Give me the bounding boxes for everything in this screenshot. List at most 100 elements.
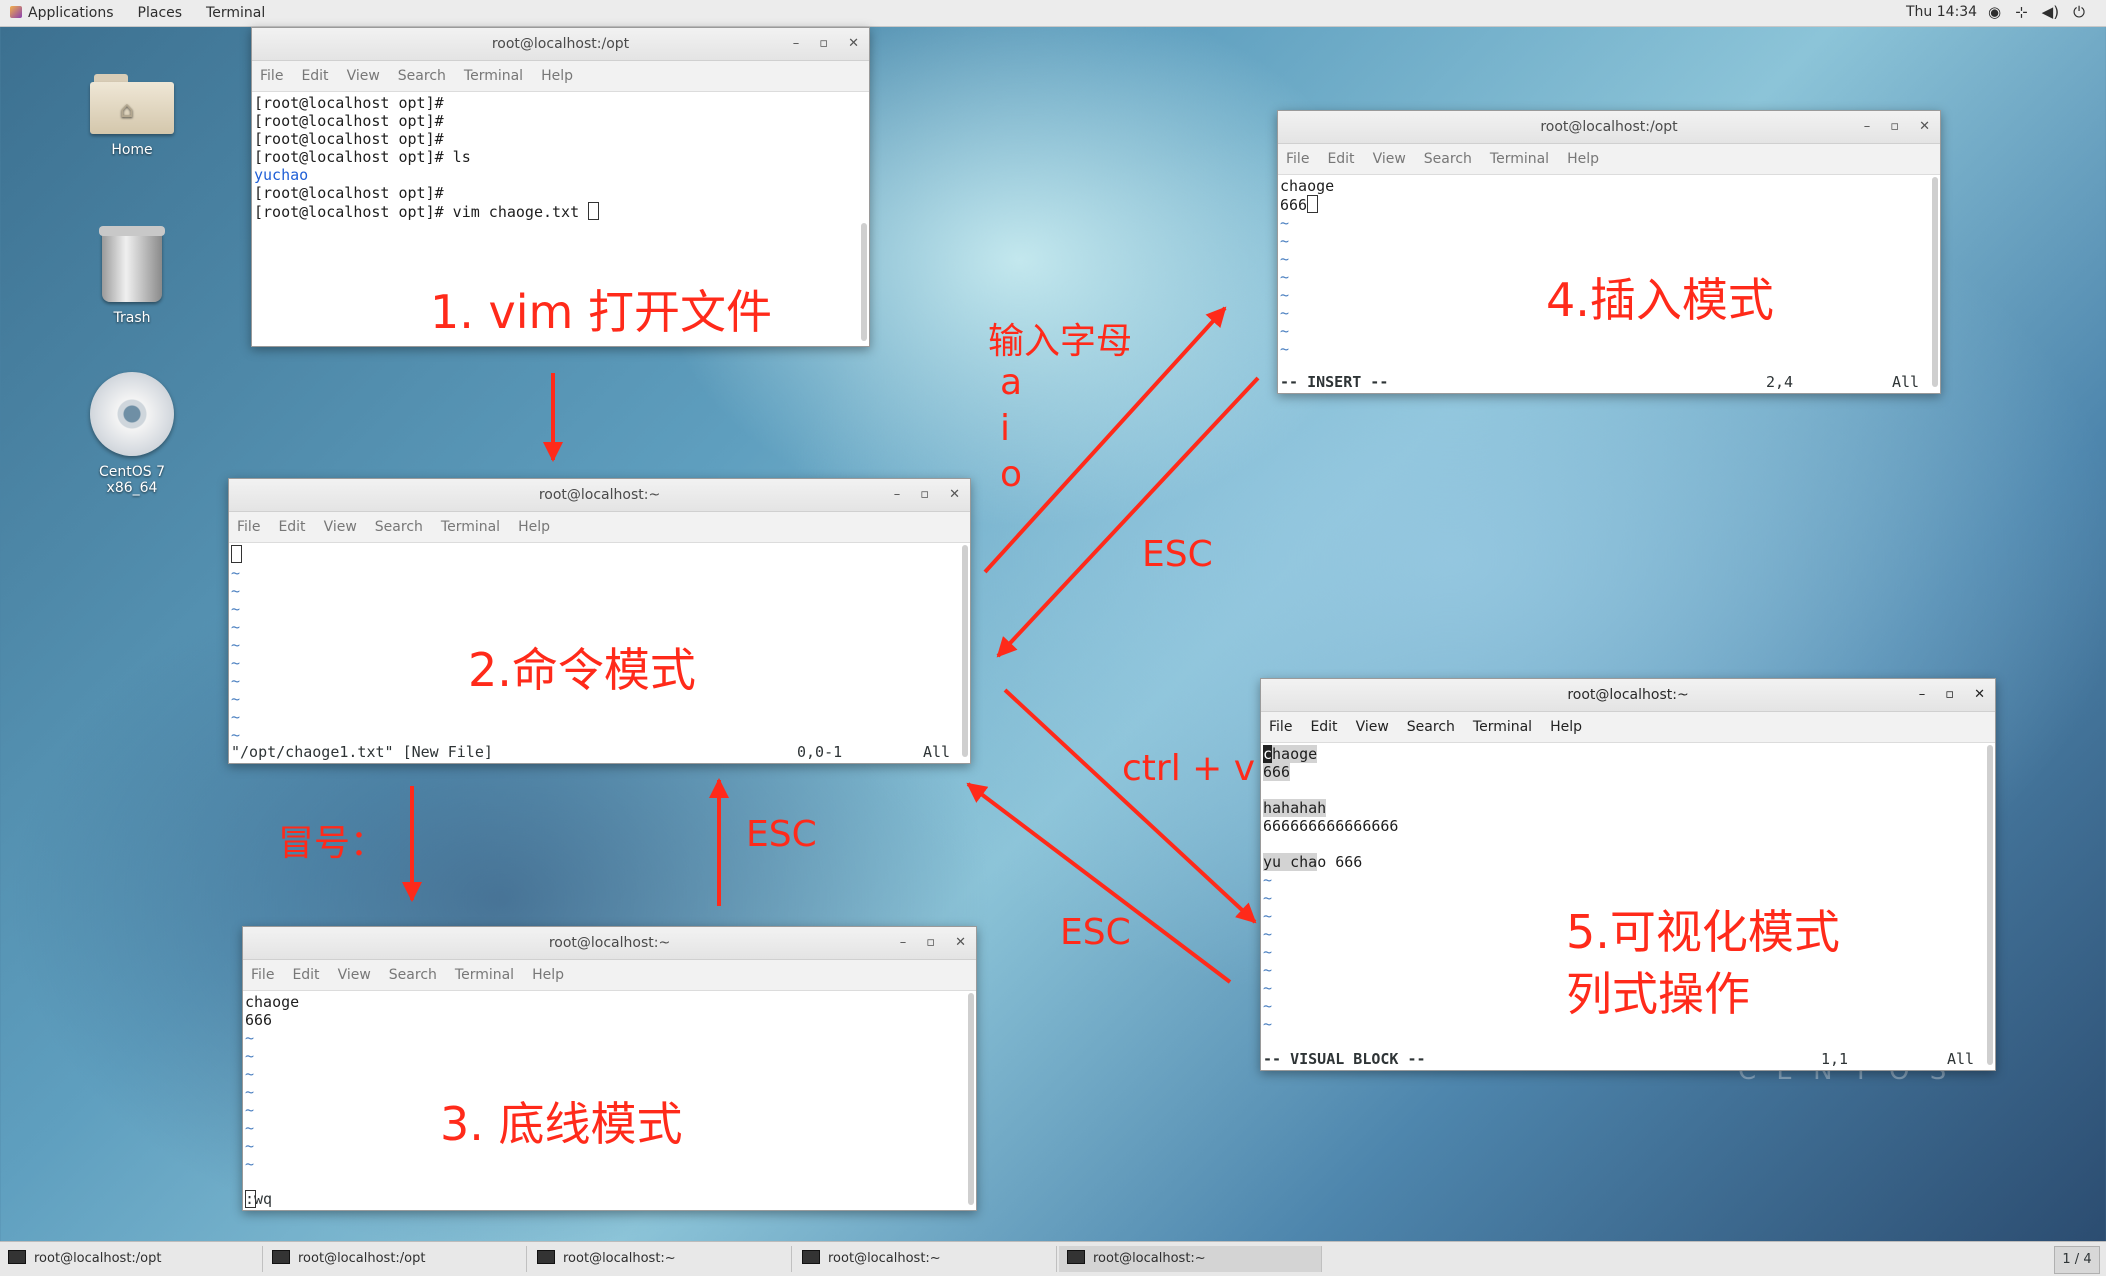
close-button[interactable]: ✕ bbox=[949, 479, 960, 511]
menu-edit[interactable]: Edit bbox=[1310, 719, 1337, 735]
menu-help[interactable]: Help bbox=[518, 519, 550, 535]
taskbar-item[interactable]: root@localhost:~ bbox=[529, 1246, 792, 1272]
menu-edit[interactable]: Edit bbox=[278, 519, 305, 535]
taskbar-item[interactable]: root@localhost:~ bbox=[794, 1246, 1057, 1272]
label-letter-i: i bbox=[1000, 408, 1011, 449]
top-bar: Applications Places Terminal Thu 14:34 ◉… bbox=[0, 0, 2106, 27]
minimize-button[interactable]: – bbox=[793, 28, 800, 60]
minimize-button[interactable]: – bbox=[900, 927, 907, 959]
maximize-button[interactable]: ▫ bbox=[926, 927, 935, 959]
terminal-line-vim-command: [root@localhost opt]# vim chaoge.txt bbox=[254, 202, 869, 221]
system-tray: ◉ ⊹ ◀) ⏻ bbox=[1988, 3, 2085, 21]
menu-view[interactable]: View bbox=[324, 519, 357, 535]
scrollbar[interactable] bbox=[962, 545, 968, 757]
terminal-window-3[interactable]: root@localhost:~ – ▫ ✕ File Edit View Sear… bbox=[242, 926, 977, 1211]
text-cursor bbox=[1307, 195, 1319, 213]
scroll-indicator: All bbox=[1892, 373, 1920, 391]
menu-terminal[interactable]: Terminal bbox=[464, 68, 523, 84]
close-button[interactable]: ✕ bbox=[955, 927, 966, 959]
window-titlebar[interactable]: root@localhost:~ – ▫ ✕ bbox=[1261, 679, 1995, 712]
power-icon[interactable]: ⏻ bbox=[2073, 3, 2085, 21]
menu-terminal[interactable]: Terminal bbox=[1473, 719, 1532, 735]
window-titlebar[interactable]: root@localhost:/opt – ▫ ✕ bbox=[1278, 111, 1940, 144]
menu-search[interactable]: Search bbox=[1407, 719, 1455, 735]
vim-line-empty bbox=[1263, 781, 1995, 799]
maximize-button[interactable]: ▫ bbox=[1945, 679, 1954, 711]
window-titlebar[interactable]: root@localhost:~ – ▫ ✕ bbox=[243, 927, 976, 960]
vim-cursor-line bbox=[231, 545, 970, 564]
menu-help[interactable]: Help bbox=[1550, 719, 1582, 735]
menu-edit[interactable]: Edit bbox=[301, 68, 328, 84]
terminal-window-4[interactable]: root@localhost:/opt – ▫ ✕ File Edit View S… bbox=[1277, 110, 1941, 394]
menu-file[interactable]: File bbox=[1269, 719, 1292, 735]
window-titlebar[interactable]: root@localhost:~ – ▫ ✕ bbox=[229, 479, 970, 512]
menu-search[interactable]: Search bbox=[398, 68, 446, 84]
menu-help[interactable]: Help bbox=[1567, 151, 1599, 167]
scrollbar[interactable] bbox=[861, 223, 867, 341]
vim-file-message: "/opt/chaoge1.txt" [New File] bbox=[231, 743, 493, 761]
window-menubar: File Edit View Search Terminal Help bbox=[1278, 144, 1940, 175]
menu-view[interactable]: View bbox=[347, 68, 380, 84]
menu-file[interactable]: File bbox=[237, 519, 260, 535]
label-letter-o: o bbox=[1000, 454, 1023, 495]
minimize-button[interactable]: – bbox=[1864, 111, 1871, 143]
cursor-position: 0,0-1 bbox=[797, 743, 843, 761]
taskbar-item-active[interactable]: root@localhost:~ bbox=[1059, 1246, 1322, 1272]
taskbar-item[interactable]: root@localhost:/opt bbox=[264, 1246, 527, 1272]
window-titlebar[interactable]: root@localhost:/opt – ▫ ✕ bbox=[252, 28, 869, 61]
window-menubar: File Edit View Search Terminal Help bbox=[229, 512, 970, 543]
terminal-window-2[interactable]: root@localhost:~ – ▫ ✕ File Edit View Sear… bbox=[228, 478, 971, 764]
visual-selection: hahahah bbox=[1263, 799, 1327, 817]
label-step-5b: 列式操作 bbox=[1566, 967, 1750, 1021]
menu-search[interactable]: Search bbox=[1424, 151, 1472, 167]
terminal-line-text: [root@localhost opt]# vim chaoge.txt bbox=[254, 203, 589, 221]
menu-view[interactable]: View bbox=[1373, 151, 1406, 167]
scrollbar[interactable] bbox=[1987, 745, 1993, 1065]
accessibility-icon[interactable]: ◉ bbox=[1988, 3, 2001, 21]
clock[interactable]: Thu 14:34 bbox=[1906, 4, 1977, 20]
menu-terminal[interactable]: Terminal bbox=[455, 967, 514, 983]
text-cursor bbox=[231, 545, 242, 563]
close-button[interactable]: ✕ bbox=[848, 28, 859, 60]
scrollbar[interactable] bbox=[1932, 177, 1938, 387]
menu-help[interactable]: Help bbox=[532, 967, 564, 983]
vim-line-5: 666666666666666 bbox=[1263, 817, 1399, 835]
applications-menu[interactable]: Applications bbox=[10, 5, 114, 21]
taskbar-item-label: root@localhost:~ bbox=[1093, 1251, 1206, 1266]
menu-edit[interactable]: Edit bbox=[292, 967, 319, 983]
maximize-button[interactable]: ▫ bbox=[920, 479, 929, 511]
menu-terminal[interactable]: Terminal bbox=[1490, 151, 1549, 167]
desktop-icon-centos-disc[interactable]: CentOS 7 x86_64 bbox=[72, 372, 192, 496]
terminal-icon bbox=[537, 1250, 555, 1264]
minimize-button[interactable]: – bbox=[1919, 679, 1926, 711]
vim-command-line[interactable]: :wq bbox=[245, 1190, 976, 1208]
vim-line-4: hahahah bbox=[1263, 799, 1995, 817]
menu-view[interactable]: View bbox=[338, 967, 371, 983]
menu-view[interactable]: View bbox=[1356, 719, 1389, 735]
menu-terminal[interactable]: Terminal bbox=[441, 519, 500, 535]
menu-file[interactable]: File bbox=[260, 68, 283, 84]
menu-search[interactable]: Search bbox=[375, 519, 423, 535]
vim-line: chaoge bbox=[1280, 177, 1335, 195]
taskbar-item[interactable]: root@localhost:/opt bbox=[0, 1246, 263, 1272]
desktop-icon-label: Home bbox=[111, 142, 153, 158]
network-icon[interactable]: ⊹ bbox=[2015, 3, 2028, 21]
close-button[interactable]: ✕ bbox=[1919, 111, 1930, 143]
menu-help[interactable]: Help bbox=[541, 68, 573, 84]
menu-search[interactable]: Search bbox=[389, 967, 437, 983]
menu-file[interactable]: File bbox=[251, 967, 274, 983]
minimize-button[interactable]: – bbox=[894, 479, 901, 511]
terminal-menu[interactable]: Terminal bbox=[206, 5, 265, 21]
volume-icon[interactable]: ◀) bbox=[2042, 3, 2059, 21]
maximize-button[interactable]: ▫ bbox=[1890, 111, 1899, 143]
workspace-pager[interactable]: 1 / 4 bbox=[2054, 1246, 2100, 1274]
desktop-icon-home[interactable]: ⌂ Home bbox=[72, 74, 192, 158]
close-button[interactable]: ✕ bbox=[1974, 679, 1985, 711]
scrollbar[interactable] bbox=[968, 993, 974, 1205]
places-menu[interactable]: Places bbox=[138, 5, 183, 21]
menu-edit[interactable]: Edit bbox=[1327, 151, 1354, 167]
menu-file[interactable]: File bbox=[1286, 151, 1309, 167]
maximize-button[interactable]: ▫ bbox=[819, 28, 828, 60]
applications-icon bbox=[10, 6, 22, 18]
desktop-icon-trash[interactable]: Trash bbox=[72, 226, 192, 326]
